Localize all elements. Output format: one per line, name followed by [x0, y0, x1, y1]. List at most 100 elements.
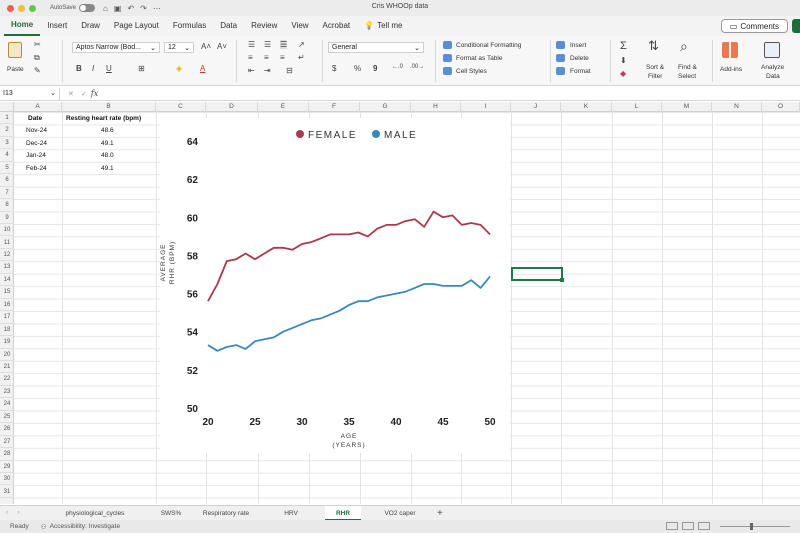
- clear-icon[interactable]: ◆: [620, 69, 626, 78]
- bold-button[interactable]: B: [76, 64, 82, 73]
- increase-font-icon[interactable]: A˄: [201, 42, 211, 51]
- conditional-formatting-button[interactable]: Conditional Formatting: [456, 42, 521, 49]
- addins-icon[interactable]: [722, 42, 738, 58]
- save-icon[interactable]: ▣: [114, 4, 122, 13]
- tab-home[interactable]: Home: [4, 16, 41, 36]
- font-color-icon[interactable]: A: [200, 64, 205, 73]
- column-header[interactable]: C: [156, 102, 206, 112]
- row-header[interactable]: 7: [0, 187, 14, 200]
- column-header[interactable]: A: [14, 102, 62, 112]
- font-size-select[interactable]: 12 ⌄: [164, 42, 194, 53]
- column-header[interactable]: G: [360, 102, 411, 112]
- column-header[interactable]: L: [612, 102, 662, 112]
- increase-decimal-icon[interactable]: ←.0: [392, 64, 403, 70]
- sort-filter-icon[interactable]: ⇅: [648, 38, 659, 54]
- column-header[interactable]: J: [511, 102, 561, 112]
- analyze-data-icon[interactable]: [764, 42, 780, 58]
- close-window-button[interactable]: [7, 4, 14, 12]
- tab-formulas[interactable]: Formulas: [166, 16, 213, 36]
- row-header[interactable]: 31: [0, 486, 14, 498]
- percent-icon[interactable]: %: [354, 64, 361, 73]
- add-sheet-button[interactable]: +: [437, 506, 443, 521]
- row-header[interactable]: 23: [0, 386, 14, 399]
- row-header[interactable]: 29: [0, 461, 14, 474]
- addins-label[interactable]: Add-ins: [720, 66, 742, 73]
- column-header[interactable]: M: [662, 102, 712, 112]
- undo-icon[interactable]: ↶: [127, 4, 134, 13]
- column-header[interactable]: B: [62, 102, 156, 112]
- row-header[interactable]: 15: [0, 286, 14, 299]
- table-cell[interactable]: 48.0: [101, 150, 114, 162]
- sheet-tab-physiological-cycles[interactable]: physiological_cycles: [40, 506, 150, 521]
- row-header[interactable]: 2: [0, 124, 14, 137]
- comma-style-icon[interactable]: 9: [373, 64, 377, 73]
- comments-button[interactable]: ▭ Comments: [720, 19, 788, 33]
- underline-button[interactable]: U: [106, 64, 112, 73]
- redo-icon[interactable]: ↷: [140, 4, 147, 13]
- decrease-decimal-icon[interactable]: .00→: [410, 64, 424, 70]
- fill-icon[interactable]: ⬇: [620, 56, 627, 65]
- insert-cells-button[interactable]: Insert: [570, 42, 586, 49]
- align-right-icon[interactable]: ≡: [280, 53, 285, 62]
- cell-styles-button[interactable]: Cell Styles: [456, 68, 487, 75]
- align-top-icon[interactable]: ☰: [248, 40, 255, 49]
- row-header[interactable]: 11: [0, 237, 14, 249]
- paste-label[interactable]: Paste: [7, 66, 24, 73]
- search-icon[interactable]: ⌕: [680, 38, 688, 55]
- minimize-window-button[interactable]: [18, 4, 25, 12]
- table-cell[interactable]: 48.6: [101, 125, 114, 137]
- align-left-icon[interactable]: ≡: [248, 53, 253, 62]
- table-cell[interactable]: Feb-24: [26, 163, 47, 175]
- column-header[interactable]: E: [258, 102, 309, 112]
- select-all-corner[interactable]: [0, 102, 14, 112]
- copy-icon[interactable]: ⧉: [34, 53, 40, 63]
- tab-page-layout[interactable]: Page Layout: [107, 16, 166, 36]
- confirm-icon[interactable]: ✓: [81, 90, 87, 98]
- cut-icon[interactable]: ✂: [34, 40, 41, 49]
- align-bottom-icon[interactable]: ☰: [280, 40, 288, 49]
- align-middle-icon[interactable]: ☰: [264, 40, 271, 49]
- format-cells-button[interactable]: Format: [570, 68, 591, 75]
- page-break-view-button[interactable]: [698, 522, 710, 530]
- borders-icon[interactable]: ⊞: [138, 64, 145, 73]
- tell-me[interactable]: 💡 Tell me: [357, 16, 409, 36]
- decrease-indent-icon[interactable]: ⇤: [248, 66, 255, 75]
- table-cell[interactable]: Nov-24: [26, 125, 47, 137]
- active-cell-selection[interactable]: [511, 267, 564, 282]
- italic-button[interactable]: I: [92, 64, 94, 73]
- row-header[interactable]: 24: [0, 398, 14, 411]
- column-header[interactable]: I: [461, 102, 511, 112]
- row-header[interactable]: 22: [0, 373, 14, 386]
- column-header[interactable]: F: [309, 102, 360, 112]
- row-header[interactable]: 18: [0, 324, 14, 337]
- table-cell[interactable]: Dec-24: [26, 138, 47, 150]
- merge-center-icon[interactable]: ⊟: [286, 66, 293, 75]
- home-icon[interactable]: ⌂: [103, 4, 108, 13]
- column-header[interactable]: K: [561, 102, 612, 112]
- find-select-label-2[interactable]: Select: [678, 73, 696, 80]
- row-header[interactable]: 5: [0, 162, 14, 175]
- sheet-tab-sws[interactable]: SWS%: [150, 506, 192, 521]
- analyze-data-label[interactable]: Analyze: [761, 64, 784, 71]
- name-box[interactable]: I13 ⌄: [0, 87, 60, 100]
- header-date[interactable]: Date: [28, 113, 42, 125]
- column-header[interactable]: H: [411, 102, 461, 112]
- sheet-tab-vo2[interactable]: VO2 caper: [372, 506, 428, 521]
- row-header[interactable]: 28: [0, 448, 14, 461]
- paste-icon[interactable]: [8, 42, 22, 58]
- row-header[interactable]: 21: [0, 361, 14, 374]
- row-header[interactable]: 9: [0, 212, 14, 225]
- currency-icon[interactable]: $: [332, 64, 336, 73]
- row-header[interactable]: 16: [0, 299, 14, 312]
- sheet-tab-respiratory-rate[interactable]: Respiratory rate: [192, 506, 260, 521]
- zoom-slider[interactable]: [720, 523, 790, 530]
- analyze-data-label-2[interactable]: Data: [766, 73, 780, 80]
- tab-review[interactable]: Review: [244, 16, 284, 36]
- tab-insert[interactable]: Insert: [40, 16, 74, 36]
- delete-cells-button[interactable]: Delete: [570, 55, 589, 62]
- fill-color-icon[interactable]: ◈: [176, 64, 182, 73]
- header-resting-hr[interactable]: Resting heart rate (bpm): [66, 113, 141, 125]
- orientation-icon[interactable]: ↗: [298, 40, 305, 49]
- table-cell[interactable]: 49.1: [101, 138, 114, 150]
- more-icon[interactable]: ⋯: [153, 4, 161, 13]
